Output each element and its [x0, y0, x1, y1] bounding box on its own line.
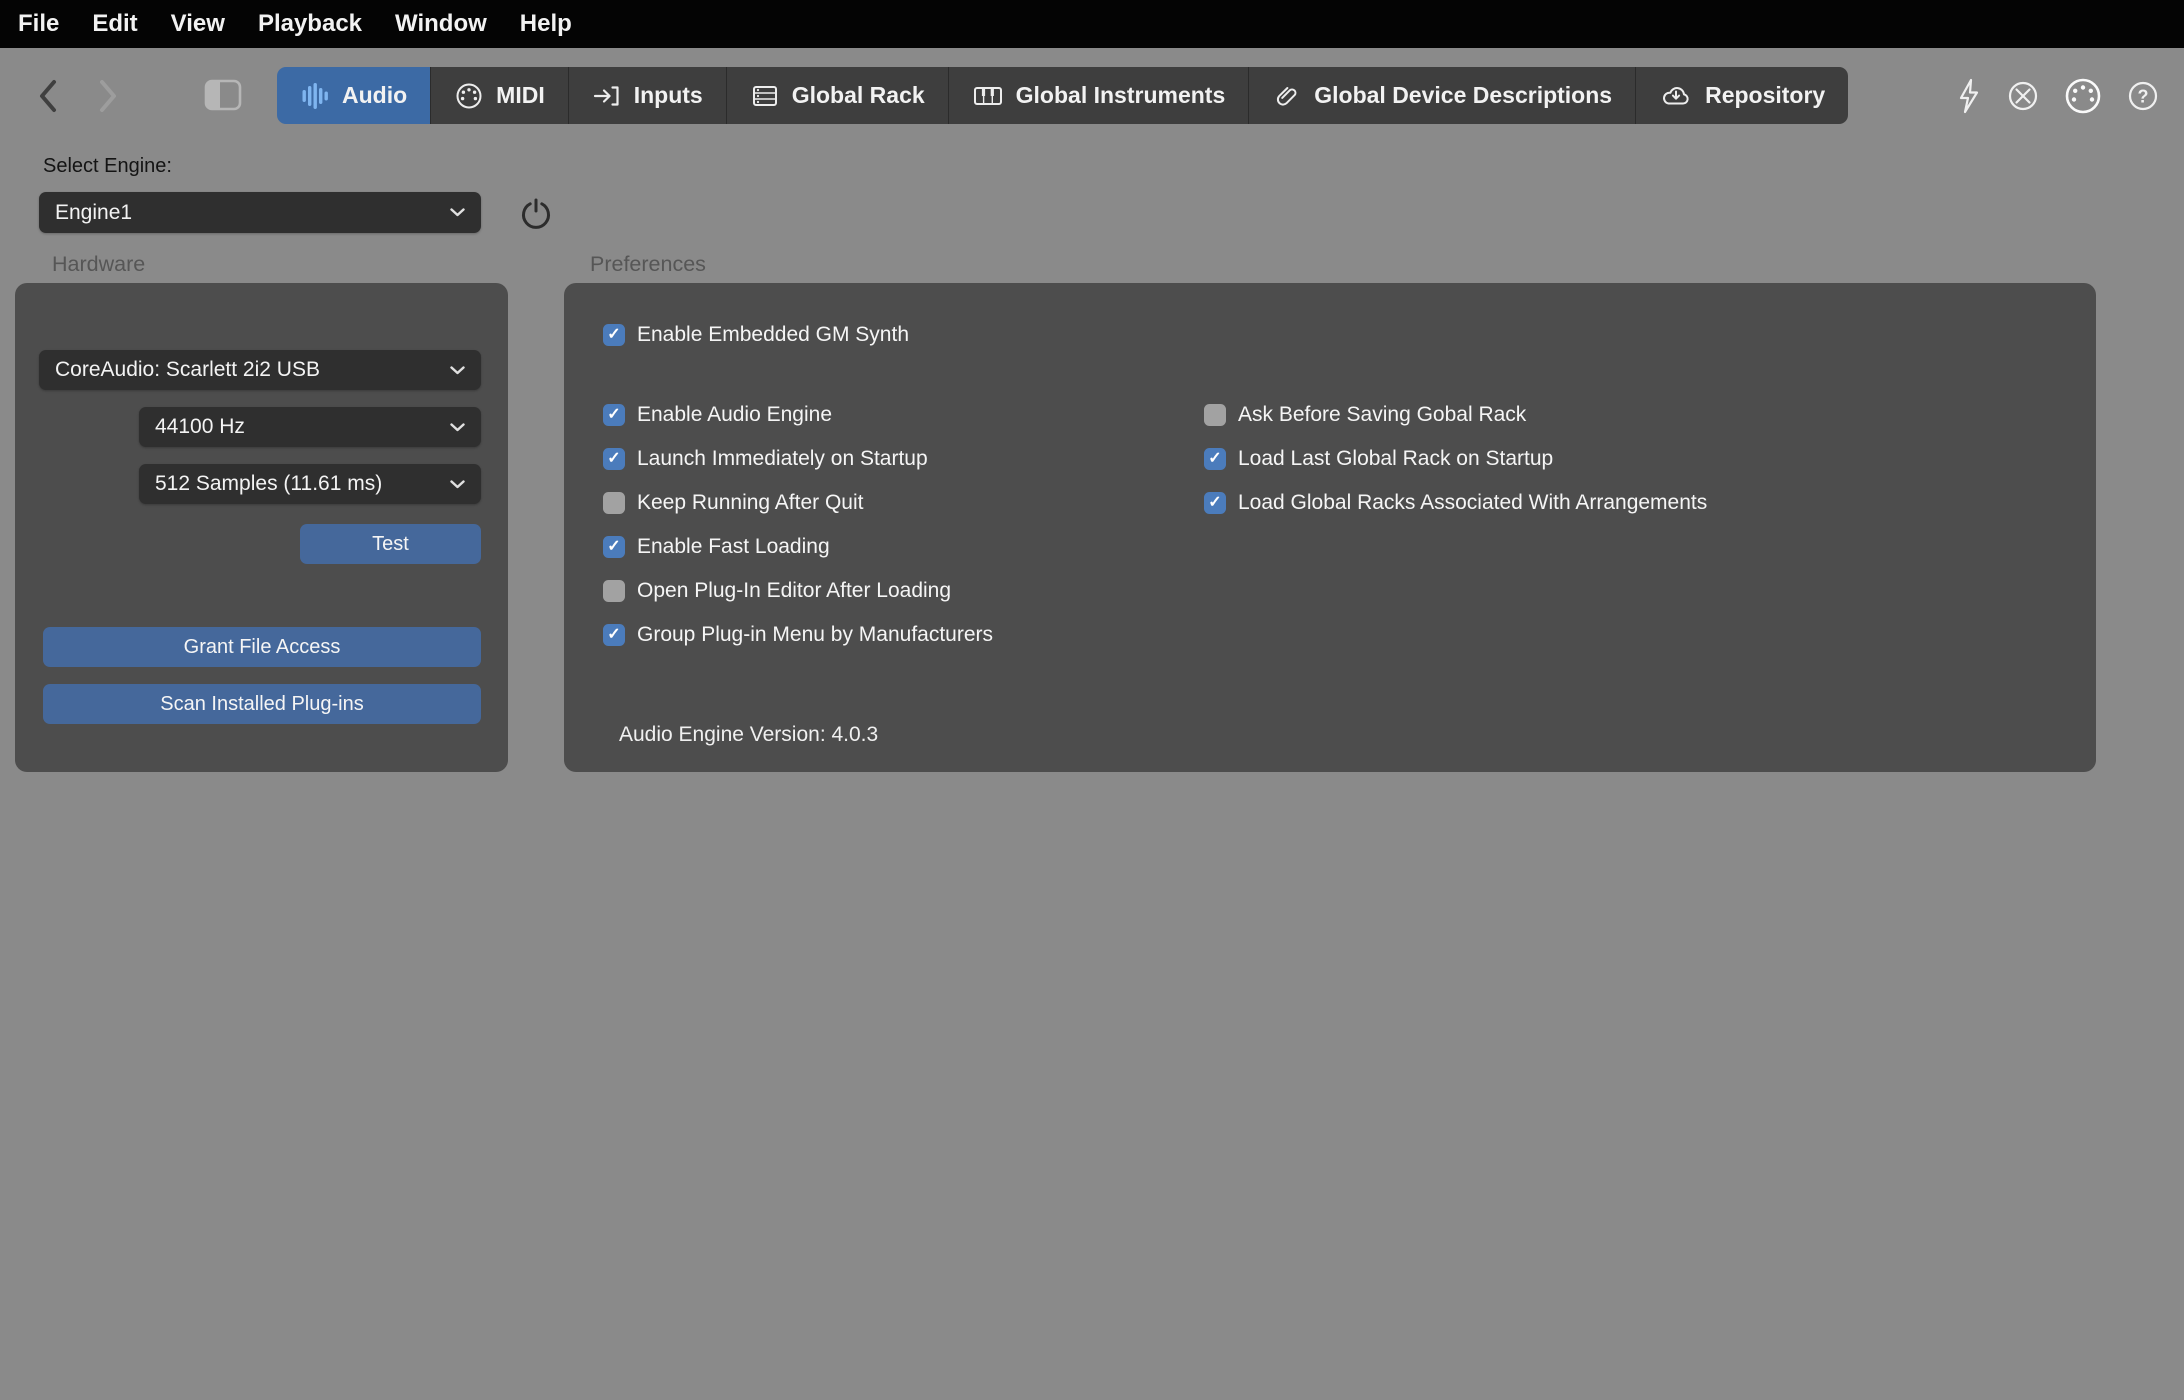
cloud-download-icon — [1659, 81, 1693, 111]
checkbox-label: Group Plug-in Menu by Manufacturers — [637, 623, 993, 647]
menu-edit[interactable]: Edit — [92, 10, 137, 38]
menu-file[interactable]: File — [18, 10, 59, 38]
checkbox[interactable] — [1204, 404, 1226, 426]
checkbox[interactable] — [603, 580, 625, 602]
checkbox-label: Launch Immediately on Startup — [637, 447, 928, 471]
scan-plugins-button[interactable]: Scan Installed Plug-ins — [43, 684, 481, 724]
sidebar-toggle-button[interactable] — [204, 79, 242, 111]
tab-repository[interactable]: Repository — [1636, 67, 1848, 124]
checkbox[interactable] — [603, 404, 625, 426]
tab-label: Global Rack — [792, 82, 925, 109]
tab-global-instruments[interactable]: Global Instruments — [949, 67, 1250, 124]
tab-global-device-descriptions[interactable]: Global Device Descriptions — [1249, 67, 1636, 124]
checkbox[interactable] — [603, 448, 625, 470]
hardware-section-title: Hardware — [52, 252, 145, 277]
midi-din-icon — [454, 81, 484, 111]
checkbox[interactable] — [603, 492, 625, 514]
checkbox-label: Ask Before Saving Gobal Rack — [1238, 403, 1526, 427]
tab-label: Global Device Descriptions — [1314, 82, 1612, 109]
audio-device-value: CoreAudio: Scarlett 2i2 USB — [55, 358, 440, 382]
checkbox-label: Load Last Global Rack on Startup — [1238, 447, 1553, 471]
checkbox[interactable] — [603, 536, 625, 558]
buffer-size-select[interactable]: 512 Samples (11.61 ms) — [139, 464, 481, 504]
checkbox-row[interactable]: Enable Fast Loading — [603, 535, 830, 559]
preferences-panel: Enable Embedded GM Synth Enable Audio En… — [564, 283, 2096, 772]
midi-activity-button[interactable] — [2062, 75, 2104, 117]
checkbox-label: Load Global Racks Associated With Arrang… — [1238, 491, 1707, 515]
checkbox[interactable] — [1204, 492, 1226, 514]
chevron-down-icon — [450, 480, 465, 489]
lightning-button[interactable] — [1954, 76, 1984, 116]
checkbox-row[interactable]: Load Last Global Rack on Startup — [1204, 447, 1553, 471]
engine-select[interactable]: Engine1 — [39, 192, 481, 233]
chevron-down-icon — [450, 366, 465, 375]
lightning-icon — [1954, 76, 1984, 116]
checkbox[interactable] — [1204, 448, 1226, 470]
audio-device-select[interactable]: CoreAudio: Scarlett 2i2 USB — [39, 350, 481, 390]
tab-midi[interactable]: MIDI — [431, 67, 569, 124]
menu-window[interactable]: Window — [395, 10, 487, 38]
sidebar-toggle-icon — [204, 79, 242, 111]
checkbox-label: Keep Running After Quit — [637, 491, 863, 515]
sample-rate-select[interactable]: 44100 Hz — [139, 407, 481, 447]
checkbox-row[interactable]: Launch Immediately on Startup — [603, 447, 928, 471]
midi-din-icon — [2062, 75, 2104, 117]
checkbox-label: Enable Embedded GM Synth — [637, 323, 909, 347]
tab-label: Audio — [342, 82, 407, 109]
toolbar-tabs: Audio MIDI Inputs — [277, 67, 1848, 124]
grant-file-access-button[interactable]: Grant File Access — [43, 627, 481, 667]
test-button[interactable]: Test — [300, 524, 481, 564]
audio-engine-version: Audio Engine Version: 4.0.3 — [619, 723, 878, 747]
tab-label: Repository — [1705, 82, 1825, 109]
help-icon: ? — [2124, 77, 2162, 115]
checkbox-label: Enable Audio Engine — [637, 403, 832, 427]
chevron-right-icon — [95, 76, 121, 116]
checkbox-row[interactable]: Enable Audio Engine — [603, 403, 832, 427]
input-arrow-icon — [592, 81, 622, 111]
sample-rate-value: 44100 Hz — [155, 415, 440, 439]
menu-help[interactable]: Help — [520, 10, 572, 38]
checkbox-row[interactable]: Ask Before Saving Gobal Rack — [1204, 403, 1526, 427]
piano-icon — [972, 81, 1004, 111]
checkbox-label: Open Plug-In Editor After Loading — [637, 579, 951, 603]
midi-off-button[interactable] — [2004, 77, 2042, 115]
checkbox[interactable] — [603, 624, 625, 646]
power-icon — [516, 194, 556, 234]
rack-icon — [750, 81, 780, 111]
tab-label: MIDI — [496, 82, 545, 109]
tab-global-rack[interactable]: Global Rack — [727, 67, 949, 124]
chevron-down-icon — [450, 423, 465, 432]
checkbox-label: Enable Fast Loading — [637, 535, 830, 559]
checkbox-row[interactable]: Enable Embedded GM Synth — [603, 323, 909, 347]
hardware-panel: CoreAudio: Scarlett 2i2 USB 44100 Hz 512… — [15, 283, 508, 772]
checkbox[interactable] — [603, 324, 625, 346]
engine-select-value: Engine1 — [55, 201, 440, 225]
menu-view[interactable]: View — [171, 10, 225, 38]
checkbox-row[interactable]: Open Plug-In Editor After Loading — [603, 579, 951, 603]
menu-playback[interactable]: Playback — [258, 10, 362, 38]
tab-audio[interactable]: Audio — [277, 67, 431, 124]
chevron-down-icon — [450, 208, 465, 217]
checkbox-row[interactable]: Keep Running After Quit — [603, 491, 863, 515]
engine-power-button[interactable] — [516, 194, 556, 234]
tab-inputs[interactable]: Inputs — [569, 67, 727, 124]
midi-off-icon — [2004, 77, 2042, 115]
preferences-section-title: Preferences — [590, 252, 706, 277]
paperclip-icon — [1272, 81, 1302, 111]
help-button[interactable]: ? — [2124, 77, 2162, 115]
tab-label: Inputs — [634, 82, 703, 109]
back-button[interactable] — [32, 67, 64, 124]
checkbox-row[interactable]: Load Global Racks Associated With Arrang… — [1204, 491, 1707, 515]
forward-button[interactable] — [92, 67, 124, 124]
select-engine-label: Select Engine: — [43, 155, 172, 178]
menubar: File Edit View Playback Window Help — [0, 0, 2184, 48]
tab-label: Global Instruments — [1016, 82, 1226, 109]
waveform-icon — [300, 81, 330, 111]
chevron-left-icon — [35, 76, 61, 116]
toolbar-right-icons: ? — [1954, 67, 2162, 124]
buffer-size-value: 512 Samples (11.61 ms) — [155, 472, 440, 496]
svg-text:?: ? — [2138, 86, 2149, 106]
checkbox-row[interactable]: Group Plug-in Menu by Manufacturers — [603, 623, 993, 647]
